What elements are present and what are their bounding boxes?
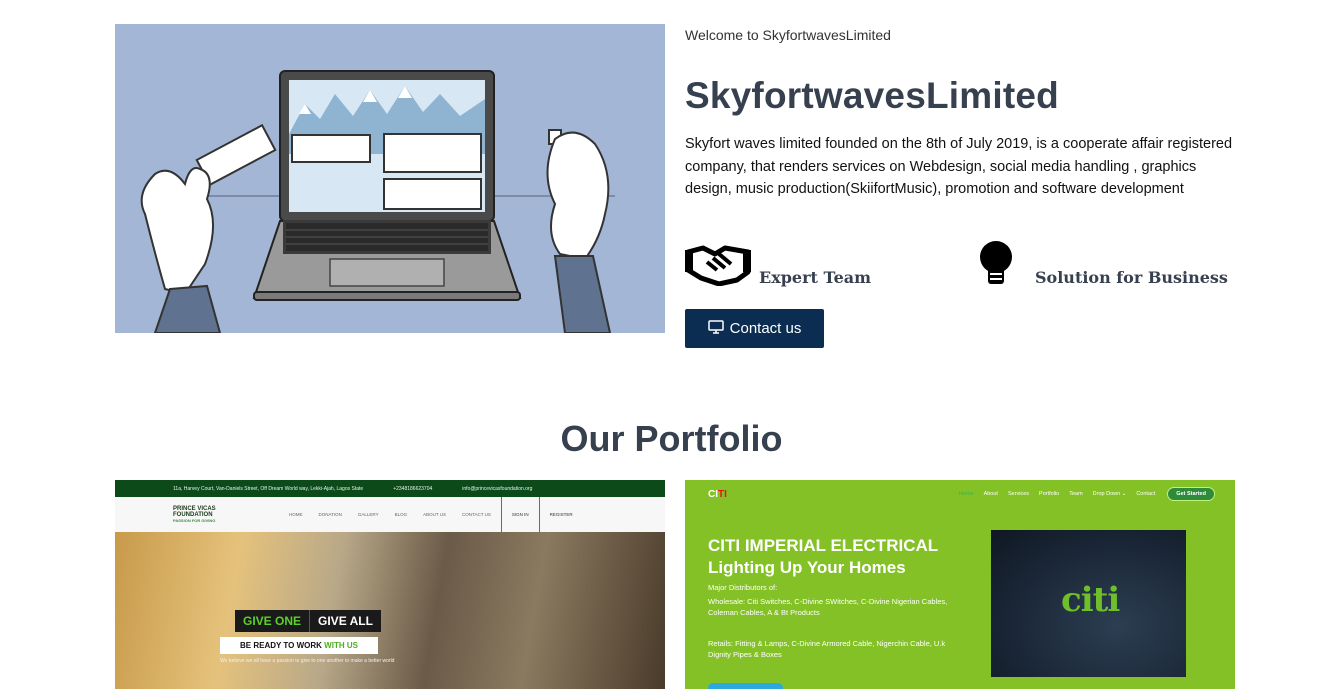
features-row: Expert Team Solution for Business xyxy=(685,240,1245,290)
pv-menu: HOME DONATION GALLERY BLOG ABOUT US CONT… xyxy=(281,512,499,517)
pv-subtext: We believe we all have a passion to give… xyxy=(220,658,395,664)
welcome-text: Welcome to SkyfortwavesLimited xyxy=(685,27,891,43)
ci-brand-image: citi xyxy=(991,530,1186,677)
pv-give-all: GIVE ALL xyxy=(309,610,381,632)
pv-logo: PRINCE VICAS FOUNDATION PASSION FOR GIVI… xyxy=(173,506,245,524)
ci-brand-text: citi xyxy=(1061,580,1120,620)
pv-email: info@princevicasfoundation.org xyxy=(462,485,533,492)
ci-headline-1: CITI IMPERIAL ELECTRICAL xyxy=(708,536,939,555)
pv-menu-item: GALLERY xyxy=(357,512,379,517)
pv-signin: SIGN IN xyxy=(500,497,539,532)
pv-give-one: GIVE ONE xyxy=(235,610,310,632)
ci-menu-item: Team xyxy=(1069,491,1083,497)
pv-logo-tagline: PASSION FOR GIVING xyxy=(173,517,216,523)
ci-menu-item: About xyxy=(983,491,998,497)
pv-menu-item: DONATION xyxy=(318,512,342,517)
feature-solution-business: Solution for Business xyxy=(977,240,1228,291)
ci-logo: CITI xyxy=(708,489,727,500)
ci-retail: Retails: Fitting & Lamps, C-Divine Armor… xyxy=(708,639,946,659)
pv-hero-image xyxy=(115,532,665,689)
pv-menu-item: BLOG xyxy=(394,512,408,517)
feature-label: Solution for Business xyxy=(1035,268,1228,287)
ci-headline-2: Lighting Up Your Homes xyxy=(708,558,906,577)
lightbulb-icon xyxy=(977,240,1015,291)
ci-get-started: Get Started xyxy=(1167,487,1215,501)
company-description: Skyfort waves limited founded on the 8th… xyxy=(685,136,1233,197)
portfolio-card-citi-imperial[interactable]: CITI Home About Services Portfolio Team … xyxy=(685,480,1235,689)
pv-auth: SIGN IN REGISTER xyxy=(500,497,583,532)
ci-logo-main: CI xyxy=(708,488,718,500)
ci-menu-item: Home xyxy=(958,491,974,497)
ci-menu-item: Contact xyxy=(1136,491,1156,497)
pv-register: REGISTER xyxy=(538,497,583,532)
pv-logo-text: PRINCE VICAS FOUNDATION xyxy=(173,505,216,518)
ci-wholesale: Wholesale: Citi Switches, C-Divine SWitc… xyxy=(708,597,948,617)
ci-logo-accent: TI xyxy=(718,488,727,500)
ci-menu-item: Drop Down ⌄ xyxy=(1092,491,1127,497)
pv-menu-item: HOME xyxy=(289,512,303,517)
about-illustration xyxy=(115,24,665,333)
pv-menu-item: ABOUT US xyxy=(423,512,447,517)
pv-give-banner: GIVE ONE GIVE ALL xyxy=(235,610,381,632)
pv-ready-suffix: WITH US xyxy=(324,641,358,650)
pv-menu-item: CONTACT US xyxy=(462,512,491,517)
contact-us-button[interactable]: Contact us xyxy=(685,309,824,348)
pv-topbar: 11a, Harvey Court, Van-Daniels Street, O… xyxy=(115,480,665,497)
ci-headline: CITI IMPERIAL ELECTRICAL Lighting Up You… xyxy=(708,535,938,579)
pv-address: 11a, Harvey Court, Van-Daniels Street, O… xyxy=(173,485,364,492)
pv-phone: +2348186623704 xyxy=(393,485,433,492)
ci-cta-button xyxy=(708,683,783,689)
pv-ready-prefix: BE READY TO WORK xyxy=(240,641,322,650)
ci-menu: Home About Services Portfolio Team Drop … xyxy=(959,491,1155,497)
handshake-icon xyxy=(685,240,751,291)
ci-menu-item: Portfolio xyxy=(1039,491,1060,497)
feature-expert-team: Expert Team xyxy=(685,240,871,291)
feature-label: Expert Team xyxy=(759,268,872,287)
pv-nav: PRINCE VICAS FOUNDATION PASSION FOR GIVI… xyxy=(115,497,665,532)
monitor-icon xyxy=(707,319,724,338)
laptop-hands-illustration xyxy=(140,70,615,333)
company-title: SkyfortwavesLimited xyxy=(685,75,1059,116)
ci-nav: CITI Home About Services Portfolio Team … xyxy=(685,480,1235,508)
ci-major: Major Distributors of: xyxy=(708,583,778,592)
about-text-block: Welcome to SkyfortwavesLimited Skyfortwa… xyxy=(685,24,1245,201)
contact-us-label: Contact us xyxy=(729,320,802,337)
portfolio-title: Our Portfolio xyxy=(560,418,783,459)
ci-menu-item: Services xyxy=(1007,491,1030,497)
pv-ready-banner: BE READY TO WORK WITH US xyxy=(220,637,378,654)
portfolio-card-prince-vicas[interactable]: 11a, Harvey Court, Van-Daniels Street, O… xyxy=(115,480,665,689)
